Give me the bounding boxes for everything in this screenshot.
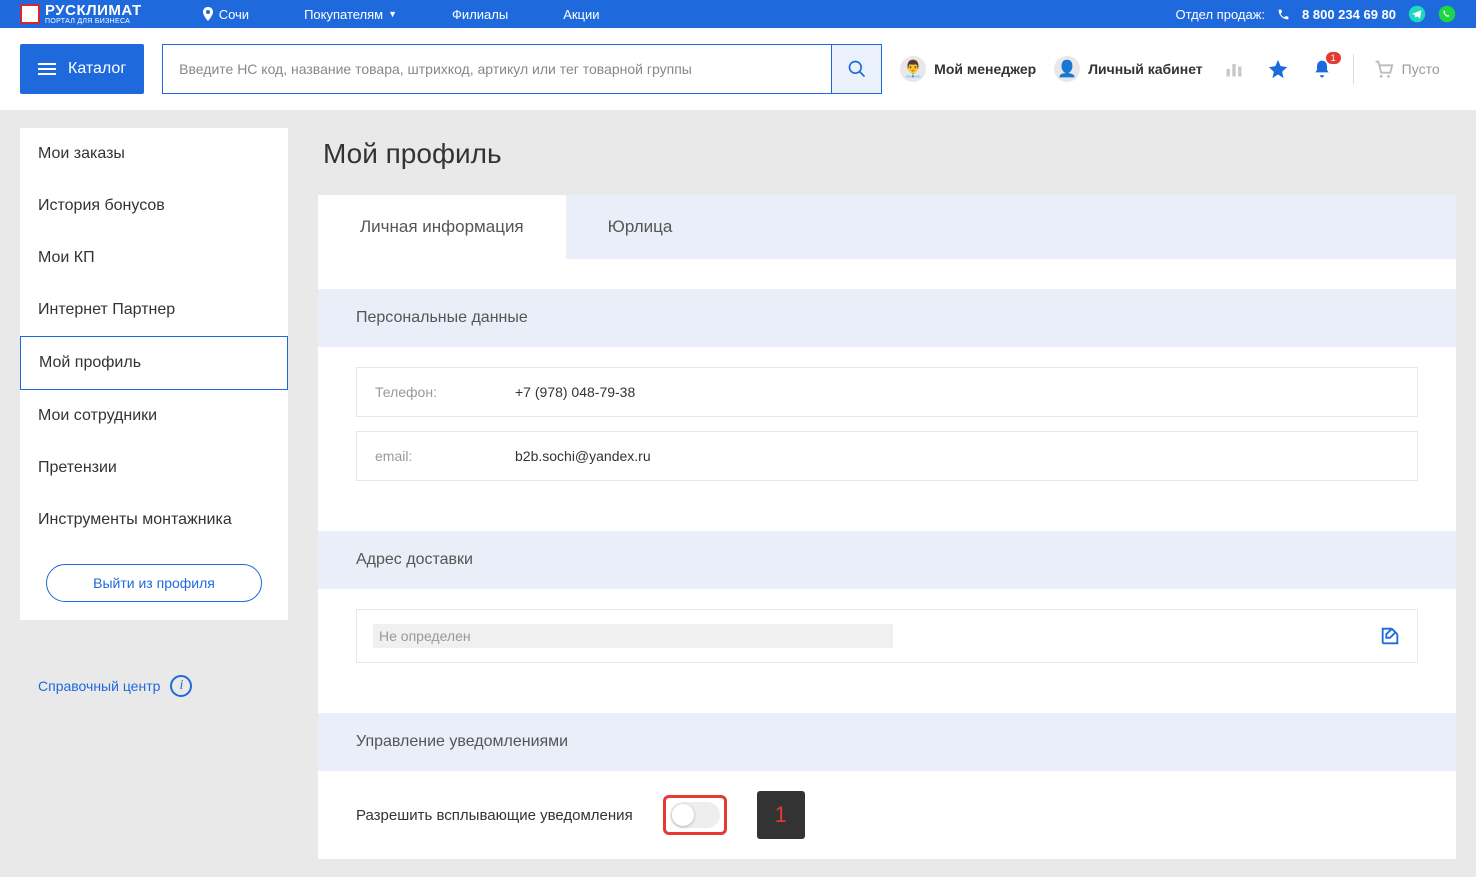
address-header: Адрес доставки (318, 531, 1456, 589)
content: Мои заказы История бонусов Мои КП Интерн… (0, 110, 1476, 877)
brand-name: РУСКЛИМАТ (45, 3, 142, 18)
catalog-label: Каталог (68, 60, 126, 78)
menu-icon (38, 63, 56, 75)
sidebar-item-kp[interactable]: Мои КП (20, 232, 288, 284)
cart-button[interactable]: Пусто (1372, 58, 1440, 80)
logout-button[interactable]: Выйти из профиля (46, 564, 262, 602)
pin-icon (202, 7, 214, 21)
sidebar-item-orders[interactable]: Мои заказы (20, 128, 288, 180)
divider (1353, 54, 1354, 84)
phone-row: Телефон: +7 (978) 048-79-38 (356, 367, 1418, 417)
page-title: Мой профиль (318, 138, 1456, 170)
city-selector[interactable]: Сочи (202, 7, 249, 22)
tabs: Личная информация Юрлица (318, 195, 1456, 259)
address-body: Не определен (318, 589, 1456, 683)
sidebar-item-partner[interactable]: Интернет Партнер (20, 284, 288, 336)
notifications-row: Разрешить всплывающие уведомления 1 (318, 771, 1456, 859)
notif-badge: 1 (1326, 52, 1341, 64)
branches-link[interactable]: Филиалы (452, 7, 508, 22)
phone-number[interactable]: 8 800 234 69 80 (1302, 7, 1396, 22)
address-row: Не определен (356, 609, 1418, 663)
edit-icon (1379, 625, 1401, 647)
logo-icon (20, 4, 40, 24)
header: Каталог 👨‍💼 Мой менеджер 👤 Личный кабине… (0, 28, 1476, 110)
telegram-icon[interactable] (1408, 5, 1426, 23)
toggle-highlight (663, 795, 727, 835)
email-value: b2b.sochi@yandex.ru (515, 448, 651, 464)
tab-personal[interactable]: Личная информация (318, 195, 566, 259)
side-menu: Мои заказы История бонусов Мои КП Интерн… (20, 128, 288, 620)
edit-address-button[interactable] (1379, 625, 1401, 647)
search-icon (847, 59, 867, 79)
chevron-down-icon: ▼ (388, 9, 397, 19)
sidebar-item-staff[interactable]: Мои сотрудники (20, 390, 288, 442)
phone-label: Телефон: (375, 384, 515, 400)
favorites-button[interactable] (1265, 56, 1291, 82)
stats-button[interactable] (1221, 56, 1247, 82)
whatsapp-icon[interactable] (1438, 5, 1456, 23)
my-manager-link[interactable]: 👨‍💼 Мой менеджер (900, 56, 1036, 82)
sidebar-item-tools[interactable]: Инструменты монтажника (20, 494, 288, 546)
brand-tagline: ПОРТАЛ ДЛЯ БИЗНЕСА (45, 18, 142, 25)
personal-data-header: Персональные данные (318, 289, 1456, 347)
search-input[interactable] (163, 45, 831, 93)
user-avatar-icon: 👤 (1054, 56, 1080, 82)
tab-legal[interactable]: Юрлица (566, 195, 715, 259)
sidebar-item-profile[interactable]: Мой профиль (20, 336, 288, 390)
topbar: РУСКЛИМАТ ПОРТАЛ ДЛЯ БИЗНЕСА Сочи Покупа… (0, 0, 1476, 28)
email-row: email: b2b.sochi@yandex.ru (356, 431, 1418, 481)
info-icon: i (170, 675, 192, 697)
sidebar: Мои заказы История бонусов Мои КП Интерн… (20, 128, 288, 697)
promo-link[interactable]: Акции (563, 7, 599, 22)
notif-toggle-label: Разрешить всплывающие уведомления (356, 807, 633, 824)
my-cabinet-link[interactable]: 👤 Личный кабинет (1054, 56, 1202, 82)
chart-icon (1224, 59, 1244, 79)
logo[interactable]: РУСКЛИМАТ ПОРТАЛ ДЛЯ БИЗНЕСА (20, 3, 142, 25)
notifications-header: Управление уведомлениями (318, 713, 1456, 771)
manager-avatar-icon: 👨‍💼 (900, 56, 926, 82)
annotation-marker: 1 (757, 791, 805, 839)
sidebar-item-claims[interactable]: Претензии (20, 442, 288, 494)
toggle-knob (672, 804, 694, 826)
main: Мой профиль Личная информация Юрлица Пер… (318, 128, 1456, 859)
notifications-button[interactable]: 1 (1309, 56, 1335, 82)
star-icon (1267, 58, 1289, 80)
search-container (162, 44, 882, 94)
sidebar-item-bonus[interactable]: История бонусов (20, 180, 288, 232)
cart-icon (1372, 58, 1394, 80)
phone-icon (1277, 8, 1290, 21)
catalog-button[interactable]: Каталог (20, 44, 144, 94)
sales-label: Отдел продаж: (1175, 7, 1265, 22)
address-value: Не определен (373, 624, 893, 648)
personal-data-body: Телефон: +7 (978) 048-79-38 email: b2b.s… (318, 347, 1456, 501)
city-name: Сочи (219, 7, 249, 22)
phone-value: +7 (978) 048-79-38 (515, 384, 635, 400)
help-center-link[interactable]: Справочный центр i (20, 675, 288, 697)
buyers-link[interactable]: Покупателям ▼ (304, 7, 397, 22)
popup-notifications-toggle[interactable] (670, 802, 720, 828)
email-label: email: (375, 448, 515, 464)
search-button[interactable] (831, 45, 881, 93)
